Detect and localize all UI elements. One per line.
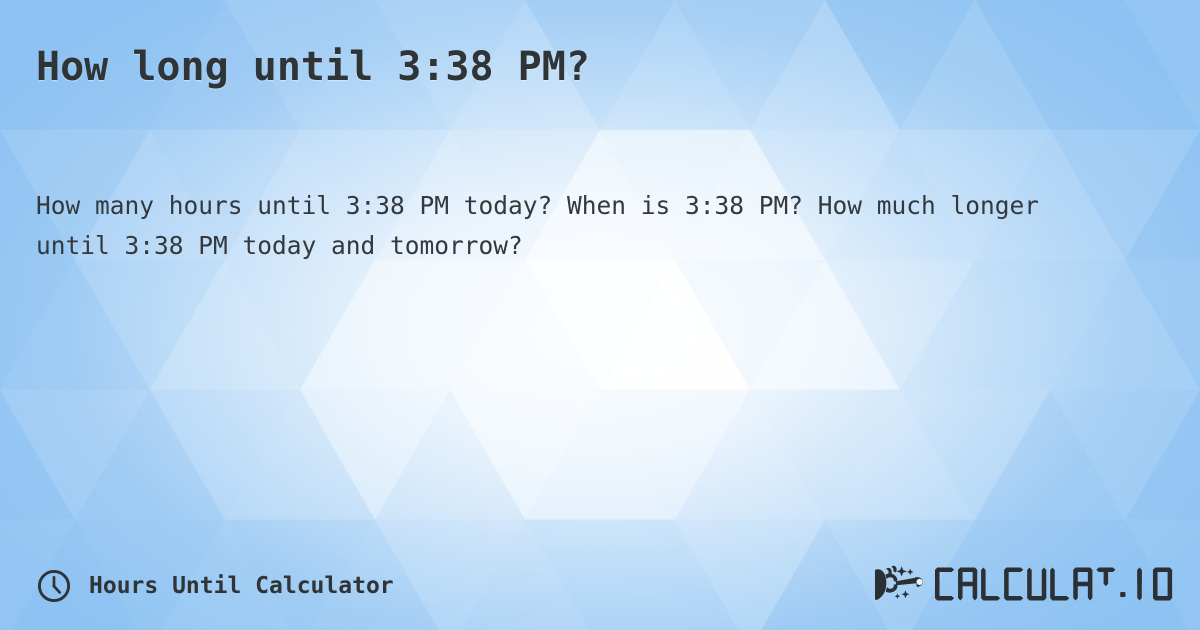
og-image-card: How long until 3:38 PM? How many hours u… — [0, 0, 1200, 630]
clock-icon — [37, 569, 71, 603]
footer-tool-identity: Hours Until Calculator — [36, 568, 394, 604]
card-content: How long until 3:38 PM? How many hours u… — [0, 0, 1200, 630]
footer-tool-label: Hours Until Calculator — [89, 573, 394, 599]
magic-wand-hand-icon — [874, 565, 923, 600]
brand-wordmark: CALCULAT.IO — [934, 567, 1173, 601]
page-title: How long until 3:38 PM? — [36, 44, 590, 90]
brand-logo-group[interactable]: CALCULAT.IO — [873, 562, 1176, 606]
page-description: How many hours until 3:38 PM today? When… — [36, 191, 1054, 260]
footer: Hours Until Calculator — [0, 538, 1200, 630]
